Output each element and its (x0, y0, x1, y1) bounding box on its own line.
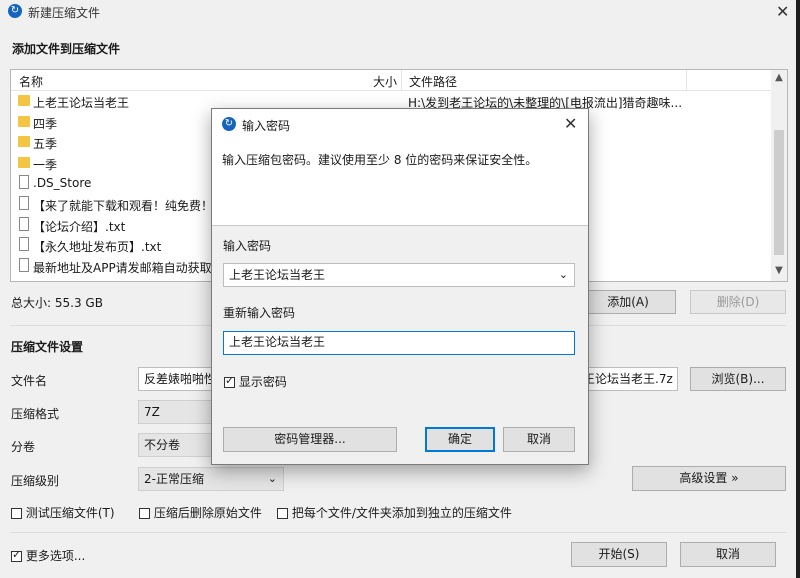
column-size-header[interactable]: 大小 (373, 73, 397, 90)
dialog-logo-icon: ↻ (222, 117, 236, 131)
add-files-heading: 添加文件到压缩文件 (12, 42, 121, 56)
separate-archives-option[interactable]: 把每个文件/文件夹添加到独立的压缩文件 (277, 504, 512, 521)
delete-after-option[interactable]: 压缩后删除原始文件 (139, 504, 262, 521)
folder-icon (18, 95, 30, 106)
column-divider[interactable] (686, 70, 687, 90)
test-archive-checkbox[interactable] (11, 508, 22, 519)
row-name: 四季 (33, 116, 58, 131)
split-label: 分卷 (11, 440, 36, 454)
password-value: 上老王论坛当老王 (229, 268, 326, 282)
scroll-down-icon[interactable]: ▼ (771, 265, 787, 276)
file-icon (19, 196, 29, 210)
chevron-down-icon: ⌄ (267, 472, 277, 485)
show-password-label: 显示密码 (238, 375, 287, 389)
test-archive-option[interactable]: 测试压缩文件(T) (11, 504, 115, 521)
advanced-settings-button[interactable]: 高级设置 » (632, 466, 786, 491)
column-path-header[interactable]: 文件路径 (409, 73, 457, 90)
dialog-hint-text: 输入压缩包密码。建议使用至少 8 位的密码来保证安全性。 (222, 153, 538, 167)
dialog-title-bar: ↻ 输入密码 ✕ (212, 109, 588, 139)
settings-heading: 压缩文件设置 (11, 340, 84, 354)
row-name: .DS_Store (33, 176, 92, 191)
add-button[interactable]: 添加(A) (580, 290, 676, 314)
footer-divider (10, 532, 786, 533)
list-header: 名称 大小 文件路径 (11, 70, 771, 91)
reenter-password-value: 上老王论坛当老王 (229, 335, 326, 349)
ok-button[interactable]: 确定 (425, 427, 495, 452)
level-label: 压缩级别 (11, 474, 60, 488)
more-options-option[interactable]: 更多选项... (11, 547, 85, 564)
dialog-hint-panel: 输入压缩包密码。建议使用至少 8 位的密码来保证安全性。 (212, 139, 588, 225)
delete-button[interactable]: 删除(D) (690, 290, 786, 314)
row-name: 五季 (33, 137, 58, 152)
split-value: 不分卷 (144, 438, 181, 452)
password-input[interactable]: 上老王论坛当老王 ⌄ (223, 263, 575, 287)
window-close-icon[interactable]: ✕ (776, 2, 789, 21)
filename-value-end: 王论坛当老王.7z (583, 372, 673, 386)
filename-value-start: 反差婊啪啪性 (144, 372, 217, 386)
dialog-divider (212, 225, 588, 226)
format-value: 7Z (144, 405, 160, 419)
folder-icon (18, 115, 30, 127)
cancel-button[interactable]: 取消 (680, 542, 776, 567)
level-select[interactable]: 2-正常压缩 ⌄ (138, 467, 284, 491)
test-archive-label: 测试压缩文件(T) (25, 506, 115, 520)
dialog-title: 输入密码 (242, 119, 291, 133)
dialog-close-icon[interactable]: ✕ (564, 114, 577, 133)
file-icon (19, 175, 29, 190)
chevron-down-icon[interactable]: ⌄ (559, 264, 568, 286)
row-name: 【永久地址发布页】.txt (33, 240, 162, 255)
scroll-up-icon[interactable]: ▲ (771, 72, 787, 83)
scroll-thumb[interactable] (774, 130, 784, 255)
password-manager-button[interactable]: 密码管理器... (223, 427, 397, 452)
app-logo-icon: ↻ (8, 4, 22, 18)
title-bar: ↻ 新建压缩文件 ✕ (0, 0, 800, 24)
filename-label: 文件名 (11, 374, 48, 388)
list-scrollbar[interactable]: ▲ ▼ (771, 70, 787, 281)
row-name: 一季 (33, 157, 58, 172)
reenter-password-input[interactable]: 上老王论坛当老王 (223, 331, 575, 355)
column-name-header[interactable]: 名称 (19, 73, 43, 90)
file-icon (19, 216, 29, 231)
show-password-checkbox[interactable] (224, 374, 235, 388)
password-dialog: ↻ 输入密码 ✕ 输入压缩包密码。建议使用至少 8 位的密码来保证安全性。 输入… (211, 108, 589, 465)
browse-button[interactable]: 浏览(B)... (690, 367, 786, 391)
delete-after-label: 压缩后删除原始文件 (153, 506, 262, 520)
row-name: 【来了就能下载和观看！纯免费！ (33, 199, 214, 213)
folder-icon (18, 156, 30, 168)
folder-icon (18, 136, 30, 148)
row-name: 最新地址及APP请发邮箱自动获取！ (33, 260, 224, 275)
dialog-cancel-button[interactable]: 取消 (503, 427, 575, 452)
column-divider[interactable] (401, 70, 402, 90)
delete-after-checkbox[interactable] (139, 508, 150, 519)
file-icon (19, 257, 29, 272)
separate-archives-label: 把每个文件/文件夹添加到独立的压缩文件 (291, 506, 512, 520)
more-options-checkbox[interactable] (11, 548, 22, 562)
more-options-label: 更多选项... (25, 549, 86, 563)
show-password-option[interactable]: 显示密码 (224, 373, 287, 390)
start-button[interactable]: 开始(S) (571, 542, 667, 567)
window-edge (796, 0, 800, 578)
file-icon (19, 237, 29, 252)
password-label: 输入密码 (223, 239, 272, 253)
row-name: 上老王论坛当老王 (33, 96, 130, 110)
format-label: 压缩格式 (11, 407, 60, 421)
reenter-password-label: 重新输入密码 (223, 306, 296, 320)
window-title: 新建压缩文件 (28, 6, 101, 20)
separate-archives-checkbox[interactable] (277, 508, 288, 519)
total-size-label: 总大小: 55.3 GB (11, 296, 103, 310)
row-name: 【论坛介绍】.txt (33, 219, 126, 234)
level-value: 2-正常压缩 (144, 472, 204, 486)
